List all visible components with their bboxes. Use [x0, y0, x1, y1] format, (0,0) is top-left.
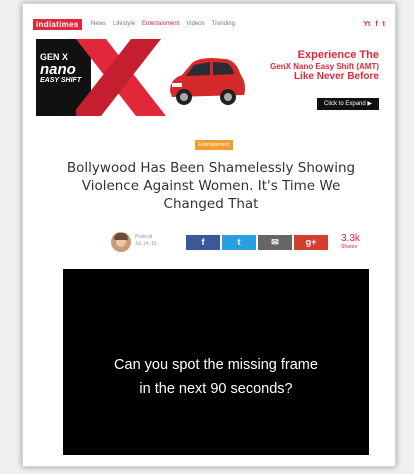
ad-headline-2: GenX Nano Easy Shift (AMT)	[270, 61, 379, 71]
twitter-icon[interactable]: t	[383, 20, 385, 29]
video-caption-line-1: Can you spot the missing frame	[114, 357, 318, 373]
nav-link-lifestyle[interactable]: Lifestyle	[113, 19, 135, 30]
google-plus-share-button[interactable]: g+	[294, 235, 328, 250]
video-caption-line-2: in the next 90 seconds?	[139, 381, 293, 397]
ad-text: Experience The GenX Nano Easy Shift (AMT…	[229, 49, 379, 82]
nav-link-videos[interactable]: Videos	[186, 19, 204, 30]
ad-expand-button[interactable]: Click to Expand ▶	[317, 98, 379, 110]
article-headline: Bollywood Has Been Shamelessly Showing V…	[66, 160, 356, 212]
ad-brand-line3: EASY SHIFT	[40, 77, 82, 84]
ad-brand-logo: GEN X nano EASY SHIFT	[40, 53, 82, 85]
nav-link-news[interactable]: News	[91, 19, 106, 30]
facebook-icon[interactable]: f	[375, 20, 377, 29]
browser-page: indiatimes News Lifestyle Entertainment …	[22, 3, 396, 467]
author-meta: Jul 14, 15	[135, 241, 157, 247]
site-logo[interactable]: indiatimes	[33, 19, 82, 30]
nav-link-trending[interactable]: Trending	[212, 19, 235, 30]
nav-links: News Lifestyle Entertainment Videos Tren…	[91, 19, 235, 30]
youtube-icon[interactable]: Yt	[363, 20, 370, 29]
category-tag[interactable]: Entertainment	[195, 140, 233, 150]
ad-brand-line2: nano	[40, 61, 76, 78]
facebook-share-button[interactable]: f	[186, 235, 220, 250]
ad-x-graphic	[76, 39, 166, 116]
share-buttons: f t ✉ g+	[186, 235, 328, 250]
email-share-button[interactable]: ✉	[258, 235, 292, 250]
author-avatar[interactable]	[111, 232, 131, 252]
twitter-share-button[interactable]: t	[222, 235, 256, 250]
share-count-label: Shares	[341, 244, 357, 250]
ad-headline-1: Experience The	[297, 49, 379, 61]
top-navigation: indiatimes News Lifestyle Entertainment …	[23, 4, 395, 32]
video-caption: Can you spot the missing frame in the ne…	[63, 353, 369, 401]
share-count: 3.3k	[341, 233, 360, 244]
nav-link-entertainment[interactable]: Entertainment	[142, 19, 179, 30]
author-info: Prakruti Jul 14, 15	[135, 234, 183, 248]
video-player[interactable]: Can you spot the missing frame in the ne…	[63, 269, 369, 455]
ad-banner[interactable]: GEN X nano EASY SHIFT Experience The Gen…	[36, 39, 385, 116]
social-links: Yt f t	[363, 20, 385, 29]
author-name[interactable]: Prakruti	[135, 234, 183, 241]
ad-headline-3: Like Never Before	[293, 70, 379, 82]
